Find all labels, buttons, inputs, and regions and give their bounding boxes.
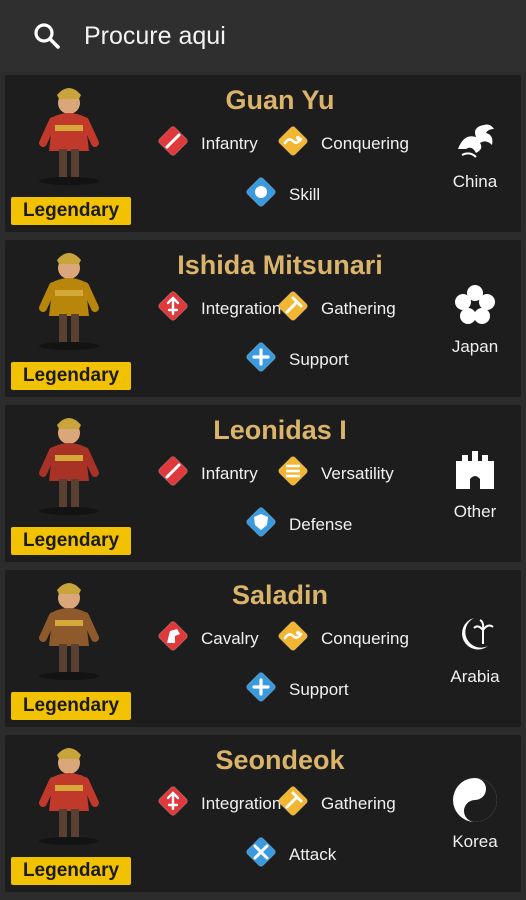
versatility-icon [275,453,311,494]
attack-icon [243,834,279,875]
talent-label: Skill [289,184,321,204]
talent-label: Integration [201,793,282,813]
civilization-label: Arabia [450,667,500,686]
talent-attack[interactable]: Attack [243,834,336,875]
civilization: China [443,115,507,192]
civilization-label: China [452,172,498,191]
commander-portrait [19,576,119,681]
talent-label: Defense [289,514,353,534]
sakura-icon [450,280,500,335]
commander-name: Seondeok [215,745,345,775]
castle-icon [450,445,500,500]
defense-icon [243,504,279,545]
infantry-icon [155,453,191,494]
talent-cavalry[interactable]: Cavalry [155,618,259,659]
civilization-label: Korea [452,832,498,851]
talent-label: Versatility [321,463,394,483]
talent-gathering[interactable]: Gathering [275,288,396,329]
commander-name: Ishida Mitsunari [177,250,383,280]
commander-list: Legendary Guan Yu Infantry Conquering Skill C… [5,75,521,900]
talent-defense[interactable]: Defense [243,504,352,545]
talent-label: Conquering [321,133,409,153]
skill-icon [243,174,279,215]
commander-name: Saladin [231,580,329,610]
talent-gathering[interactable]: Gathering [275,783,396,824]
civilization: Korea [443,775,507,852]
commander-card[interactable]: Legendary Ishida Mitsunari Integration Gath… [5,240,521,397]
commander-name: Leonidas I [213,415,347,445]
talent-support[interactable]: Support [243,669,349,710]
civilization-label: Japan [451,337,499,356]
commander-portrait [19,246,119,351]
talent-versatility[interactable]: Versatility [275,453,394,494]
talent-label: Support [289,679,349,699]
talent-conquering[interactable]: Conquering [275,618,409,659]
commander-portrait [19,411,119,516]
rarity-badge: Legendary [11,692,131,720]
rarity-badge: Legendary [11,527,131,555]
civilization: Arabia [443,610,507,687]
search-input[interactable] [82,20,446,52]
rarity-badge: Legendary [11,857,131,885]
civilization: Japan [443,280,507,357]
commander-portrait [19,741,119,846]
search-icon[interactable] [32,21,62,51]
talent-infantry[interactable]: Infantry [155,453,258,494]
commander-portrait [19,81,119,186]
gathering-icon [275,288,311,329]
infantry-icon [155,123,191,164]
talent-label: Attack [289,844,337,864]
crescent-palm-icon [450,610,500,665]
cavalry-icon [155,618,191,659]
gathering-icon [275,783,311,824]
civilization: Other [443,445,507,522]
talent-label: Gathering [321,298,396,318]
talent-label: Infantry [201,463,258,483]
talent-label: Gathering [321,793,396,813]
talent-label: Support [289,349,349,369]
integration-icon [155,783,191,824]
talent-infantry[interactable]: Infantry [155,123,258,164]
talent-label: Integration [201,298,282,318]
search-bar[interactable] [0,0,526,72]
conquering-icon [275,618,311,659]
rarity-badge: Legendary [11,362,131,390]
commander-card[interactable]: Legendary Leonidas I Infantry Versatility De… [5,405,521,562]
support-icon [243,339,279,380]
support-icon [243,669,279,710]
talent-skill[interactable]: Skill [243,174,320,215]
civilization-label: Other [453,502,497,521]
talent-label: Cavalry [201,628,259,648]
talent-support[interactable]: Support [243,339,349,380]
taeguk-icon [450,775,500,830]
dragon-icon [450,115,500,170]
conquering-icon [275,123,311,164]
talent-conquering[interactable]: Conquering [275,123,409,164]
commander-card[interactable]: Legendary Saladin Cavalry Conquering Support… [5,570,521,727]
commander-card[interactable]: Legendary Seondeok Integration Gathering Att… [5,735,521,892]
integration-icon [155,288,191,329]
rarity-badge: Legendary [11,197,131,225]
talent-integration[interactable]: Integration [155,288,281,329]
talent-integration[interactable]: Integration [155,783,281,824]
talent-label: Infantry [201,133,258,153]
talent-label: Conquering [321,628,409,648]
commander-card[interactable]: Legendary Guan Yu Infantry Conquering Skill C… [5,75,521,232]
commander-name: Guan Yu [225,85,335,115]
